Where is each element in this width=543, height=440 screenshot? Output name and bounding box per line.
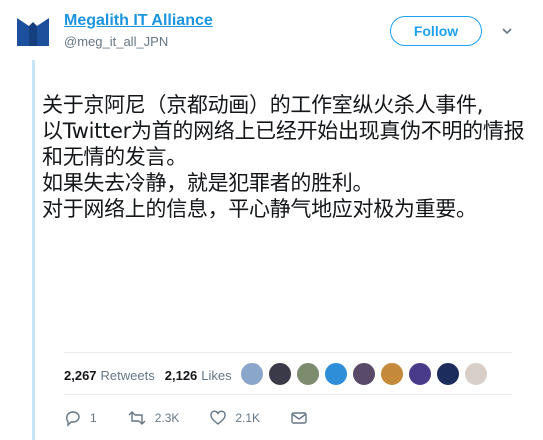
chevron-down-icon[interactable] xyxy=(500,24,514,38)
liker-avatar[interactable] xyxy=(436,362,460,386)
retweet-count: 2.3K xyxy=(154,411,180,425)
retweets-count[interactable]: 2,267 xyxy=(64,368,97,383)
megalith-logo-avatar[interactable] xyxy=(15,12,51,48)
tweet-line: 以Twitter为首的网络上已经开始出现真伪不明的情报 xyxy=(42,119,525,143)
tweet-actions: 1 2.3K 2.1K xyxy=(64,409,346,427)
tweet-line: 和无情的发言。 xyxy=(42,145,187,169)
thread-line xyxy=(32,60,35,440)
liker-avatar[interactable] xyxy=(296,362,320,386)
message-action[interactable] xyxy=(290,409,316,427)
envelope-icon xyxy=(291,412,307,424)
liker-avatar[interactable] xyxy=(464,362,488,386)
liker-avatar[interactable] xyxy=(324,362,348,386)
heart-icon xyxy=(210,410,227,425)
tweet-line: 关于京阿尼（京都动画）的工作室纵火杀人事件, xyxy=(42,93,484,117)
liker-avatar[interactable] xyxy=(240,362,264,386)
retweet-action[interactable]: 2.3K xyxy=(127,409,180,427)
liker-avatar[interactable] xyxy=(268,362,292,386)
divider xyxy=(64,352,512,353)
liker-avatar[interactable] xyxy=(380,362,404,386)
retweets-label[interactable]: Retweets xyxy=(101,368,155,383)
reply-icon xyxy=(66,411,80,427)
reply-count: 1 xyxy=(90,411,97,425)
like-action[interactable]: 2.1K xyxy=(209,409,260,427)
tweet-stats: 2,267 Retweets 2,126 Likes xyxy=(64,368,232,383)
follow-button[interactable]: Follow xyxy=(390,16,482,46)
tweet-line: 如果失去冷静，就是犯罪者的胜利。 xyxy=(42,171,374,195)
tweet-text: 关于京阿尼（京都动画）的工作室纵火杀人事件, 以Twitter为首的网络上已经开… xyxy=(42,92,525,222)
liker-avatar[interactable] xyxy=(352,362,376,386)
divider xyxy=(64,394,512,395)
likes-label[interactable]: Likes xyxy=(201,368,231,383)
reply-action[interactable]: 1 xyxy=(64,409,97,427)
likes-count[interactable]: 2,126 xyxy=(165,368,198,383)
liker-avatar[interactable] xyxy=(408,362,432,386)
retweet-icon xyxy=(128,411,146,425)
account-handle[interactable]: @meg_it_all_JPN xyxy=(64,34,168,49)
tweet-line: 对于网络上的信息，平心静气地应对极为重要。 xyxy=(42,197,477,221)
like-count: 2.1K xyxy=(235,411,261,425)
account-name[interactable]: Megalith IT Alliance xyxy=(64,12,213,30)
liker-avatars xyxy=(240,362,492,386)
